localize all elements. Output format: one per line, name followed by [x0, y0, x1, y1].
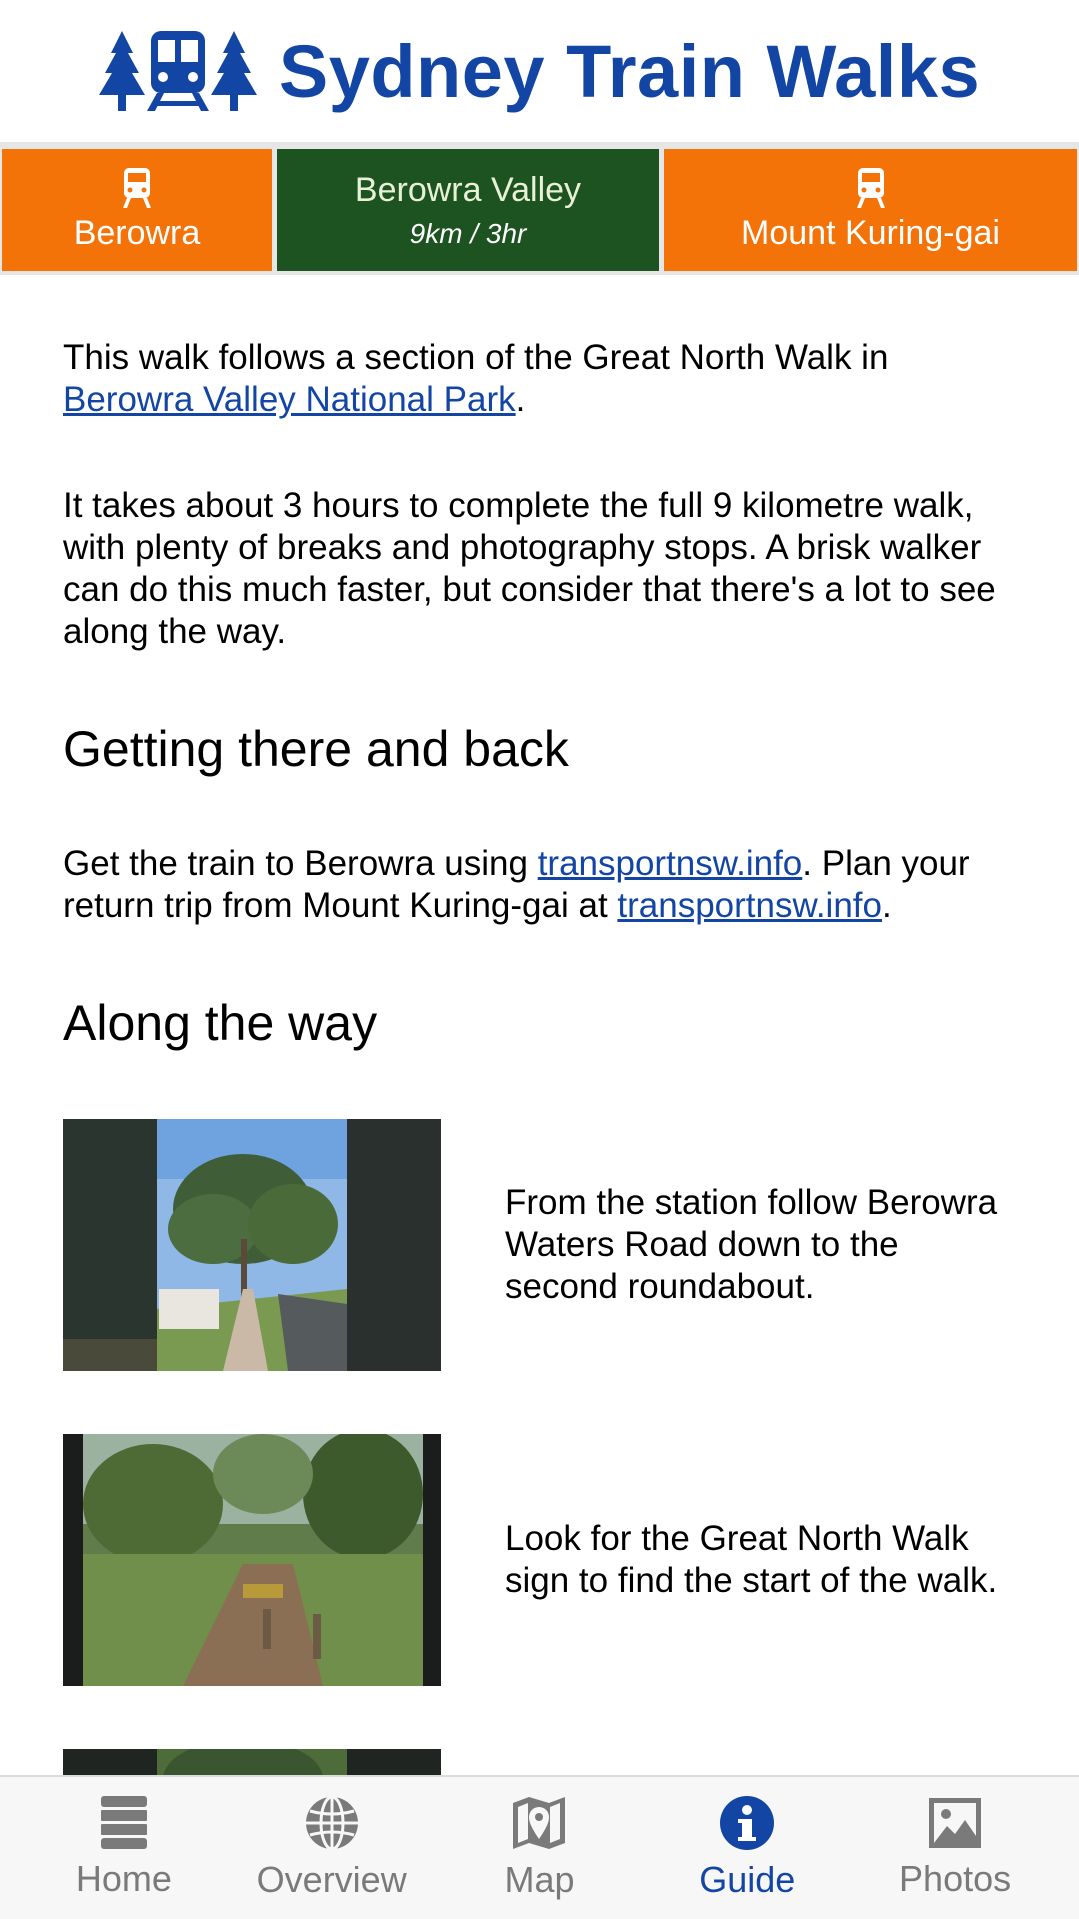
getting-there-paragraph: Get the train to Berowra using transport… — [63, 843, 1016, 927]
app-title: Sydney Train Walks — [278, 29, 981, 113]
tab-map[interactable]: Map — [449, 1795, 629, 1901]
tab-label: Home — [75, 1858, 172, 1899]
guide-content: This walk follows a section of the Great… — [0, 337, 1079, 1829]
route-bar: Berowra Berowra Valley 9km / 3hr Mount K… — [0, 145, 1079, 275]
way-photo[interactable] — [63, 1119, 441, 1371]
bottom-tab-bar: Home Overview Map Guide Photos — [0, 1775, 1079, 1919]
duration-paragraph: It takes about 3 hours to complete the f… — [63, 486, 996, 651]
intro-paragraph: This walk follows a section of the Great… — [63, 337, 1016, 421]
national-park-link[interactable]: Berowra Valley National Park — [63, 380, 516, 419]
walk-name: Berowra Valley — [354, 170, 582, 209]
tab-label: Overview — [256, 1859, 407, 1900]
train-icon — [856, 167, 885, 208]
way-item-text: From the station follow Berowra Waters R… — [505, 1183, 998, 1306]
tree-icon — [98, 31, 145, 111]
tab-overview[interactable]: Overview — [242, 1795, 422, 1901]
photo-icon — [929, 1798, 982, 1848]
getting-there-heading: Getting there and back — [63, 721, 569, 777]
train-icon — [146, 31, 209, 111]
tab-photos[interactable]: Photos — [865, 1796, 1045, 1900]
globe-icon — [305, 1795, 358, 1851]
way-photo[interactable] — [63, 1434, 441, 1686]
way-item-text: Look for the Great North Walk sign to fi… — [505, 1519, 998, 1600]
tab-label: Guide — [699, 1859, 796, 1900]
app-header: Sydney Train Walks — [0, 0, 1079, 145]
start-station-label: Berowra — [73, 213, 201, 252]
walk-summary: Berowra Valley 9km / 3hr — [277, 149, 659, 271]
tab-home[interactable]: Home — [34, 1796, 214, 1900]
start-station-button[interactable]: Berowra — [2, 149, 272, 271]
way-item: From the station follow Berowra Waters R… — [63, 1119, 1016, 1371]
intro-text-end: . — [515, 380, 526, 419]
end-station-label: Mount Kuring-gai — [741, 213, 1000, 252]
getting-there-text: . — [882, 886, 892, 925]
logo — [98, 31, 257, 111]
way-item: Look for the Great North Walk sign to fi… — [63, 1434, 1016, 1686]
end-station-button[interactable]: Mount Kuring-gai — [664, 149, 1077, 271]
home-list-icon — [100, 1796, 147, 1849]
tab-label: Map — [504, 1859, 575, 1900]
tab-label: Photos — [899, 1858, 1012, 1899]
along-the-way-heading: Along the way — [63, 995, 378, 1051]
train-icon — [123, 167, 151, 208]
transport-link-outbound[interactable]: transportnsw.info — [538, 844, 803, 883]
tree-icon — [210, 31, 257, 111]
intro-text: This walk follows a section of the Great… — [63, 338, 889, 377]
map-pin-icon — [513, 1797, 566, 1849]
transport-link-return[interactable]: transportnsw.info — [617, 886, 882, 925]
walk-distance-duration: 9km / 3hr — [409, 217, 527, 249]
tab-guide[interactable]: Guide — [657, 1795, 837, 1901]
info-icon — [720, 1796, 775, 1850]
getting-there-text: Get the train to Berowra using — [63, 844, 538, 883]
